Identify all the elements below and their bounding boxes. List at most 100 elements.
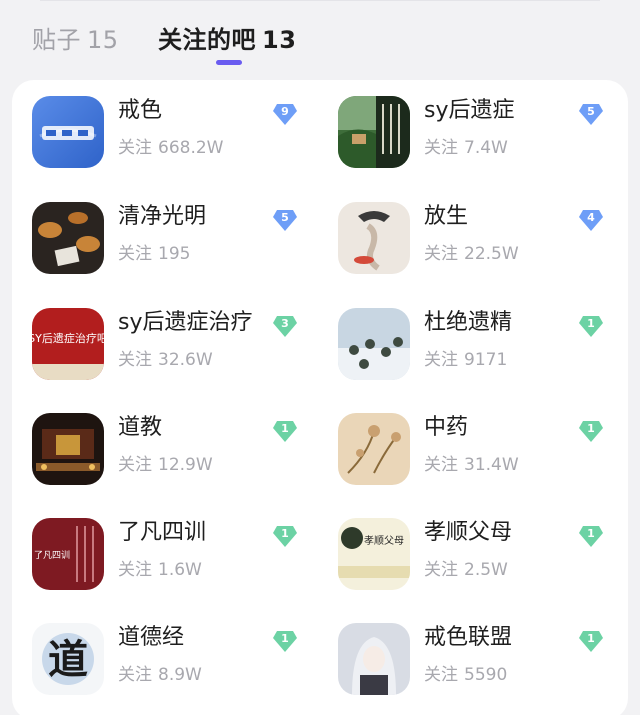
level-number: 5 (587, 105, 595, 118)
fans-count: 32.6W (158, 350, 213, 370)
bar-item[interactable]: 放生 关注 22.5W 4 (338, 202, 638, 302)
fans-label: 关注 (424, 560, 458, 580)
bar-name: 孝顺父母 (424, 520, 513, 545)
bar-name: 清净光明 (118, 204, 207, 229)
bar-item[interactable]: 中药 关注 31.4W 1 (338, 413, 638, 513)
bar-fans: 关注 32.6W (118, 348, 213, 372)
bar-name: 了凡四训 (118, 520, 207, 545)
ink-painting-figure-image (338, 202, 410, 274)
tab-count: 13 (262, 26, 297, 54)
level-badge-icon: 3 (272, 314, 298, 338)
fans-label: 关注 (424, 138, 458, 158)
fans-label: 关注 (424, 350, 458, 370)
icon-text: 了凡四训 (34, 550, 70, 561)
bar-name: 戒色联盟 (424, 625, 513, 650)
bar-fans: 关注 22.5W (424, 242, 519, 266)
level-number: 1 (281, 422, 289, 435)
active-tab-indicator (216, 60, 242, 65)
bar-item[interactable]: 了凡四训 了凡四训 关注 1.6W 1 (32, 518, 332, 618)
fans-count: 12.9W (158, 455, 213, 475)
jiese-ba-logo (32, 96, 104, 168)
bar-name: sy后遗症治疗 (118, 310, 253, 335)
fans-label: 关注 (424, 244, 458, 264)
bar-fans: 关注 9171 (424, 348, 507, 372)
liaofan-book-cover: 了凡四训 (32, 518, 104, 590)
level-number: 4 (587, 211, 595, 224)
bar-name: 中药 (424, 415, 469, 440)
bar-item[interactable]: 杜绝遗精 关注 9171 1 (338, 308, 638, 408)
bar-fans: 关注 31.4W (424, 453, 519, 477)
bar-item[interactable]: 清净光明 关注 195 5 (32, 202, 332, 302)
herbal-flowers-image (338, 413, 410, 485)
level-badge-icon: 1 (272, 524, 298, 548)
tab-count: 15 (87, 26, 119, 54)
icon-text: 道 (48, 636, 88, 683)
fans-count: 1.6W (158, 560, 202, 580)
fans-count: 2.5W (464, 560, 508, 580)
bar-fans: 关注 2.5W (424, 558, 508, 582)
level-badge-icon: 1 (578, 419, 604, 443)
bar-fans: 关注 7.4W (424, 136, 508, 160)
bar-fans: 关注 195 (118, 242, 190, 266)
level-number: 1 (587, 632, 595, 645)
level-number: 1 (587, 422, 595, 435)
tab-followed-bars[interactable]: 关注的吧 13 (158, 24, 296, 56)
tea-cups-image (32, 202, 104, 274)
bar-fans: 关注 1.6W (118, 558, 202, 582)
fans-label: 关注 (424, 665, 458, 685)
icon-text: 孝顺父母 (364, 535, 404, 547)
level-number: 5 (281, 211, 289, 224)
bar-fans: 关注 8.9W (118, 663, 202, 687)
sy-treatment-red-banner: SY后遗症治疗吧 (32, 308, 104, 380)
followed-bars-list: 戒色 关注 668.2W 9 sy后遗症 关注 7.4W 5 清净光明 关注 1… (12, 80, 628, 715)
level-number: 1 (281, 527, 289, 540)
level-number: 1 (281, 632, 289, 645)
level-badge-icon: 1 (578, 629, 604, 653)
level-badge-icon: 5 (272, 208, 298, 232)
bar-item[interactable]: 戒色联盟 关注 5590 1 (338, 623, 638, 715)
bar-name: 放生 (424, 204, 469, 229)
tab-label: 贴子 (32, 26, 81, 54)
level-badge-icon: 1 (272, 419, 298, 443)
tab-label: 关注的吧 (158, 26, 256, 54)
bar-name: 戒色 (118, 98, 163, 123)
dao-calligraphy-logo: 道 (32, 623, 104, 695)
bar-item[interactable]: 孝顺父母 孝顺父母 关注 2.5W 1 (338, 518, 638, 618)
tab-posts[interactable]: 贴子 15 (32, 24, 119, 56)
level-badge-icon: 9 (272, 102, 298, 126)
level-number: 3 (281, 317, 289, 330)
bar-item[interactable]: 道教 关注 12.9W 1 (32, 413, 332, 513)
level-badge-icon: 5 (578, 102, 604, 126)
anime-girl-image (338, 623, 410, 695)
fans-count: 7.4W (464, 138, 508, 158)
bar-fans: 关注 12.9W (118, 453, 213, 477)
fans-label: 关注 (424, 455, 458, 475)
fans-count: 22.5W (464, 244, 519, 264)
bar-item[interactable]: SY后遗症治疗吧 sy后遗症治疗 关注 32.6W 3 (32, 308, 332, 408)
fans-label: 关注 (118, 350, 152, 370)
level-badge-icon: 4 (578, 208, 604, 232)
level-badge-icon: 1 (578, 314, 604, 338)
bar-item[interactable]: 戒色 关注 668.2W 9 (32, 96, 332, 196)
landscape-calligraphy-image (338, 96, 410, 168)
bar-name: 杜绝遗精 (424, 310, 513, 335)
fans-count: 9171 (464, 350, 508, 370)
fans-label: 关注 (118, 244, 152, 264)
fans-label: 关注 (118, 138, 152, 158)
fans-label: 关注 (118, 665, 152, 685)
divider (40, 0, 600, 1)
filial-piety-banner: 孝顺父母 (338, 518, 410, 590)
icon-text: SY后遗症治疗吧 (32, 331, 104, 345)
level-number: 1 (587, 527, 595, 540)
fans-count: 668.2W (158, 138, 224, 158)
bar-name: 道德经 (118, 625, 185, 650)
bar-item[interactable]: 道 道德经 关注 8.9W 1 (32, 623, 332, 715)
level-badge-icon: 1 (578, 524, 604, 548)
tab-bar: 贴子 15 关注的吧 13 (0, 0, 640, 66)
fans-count: 31.4W (464, 455, 519, 475)
bar-name: sy后遗症 (424, 98, 515, 123)
taoist-temple-image (32, 413, 104, 485)
bar-fans: 关注 5590 (424, 663, 507, 687)
bar-item[interactable]: sy后遗症 关注 7.4W 5 (338, 96, 638, 196)
level-number: 1 (587, 317, 595, 330)
